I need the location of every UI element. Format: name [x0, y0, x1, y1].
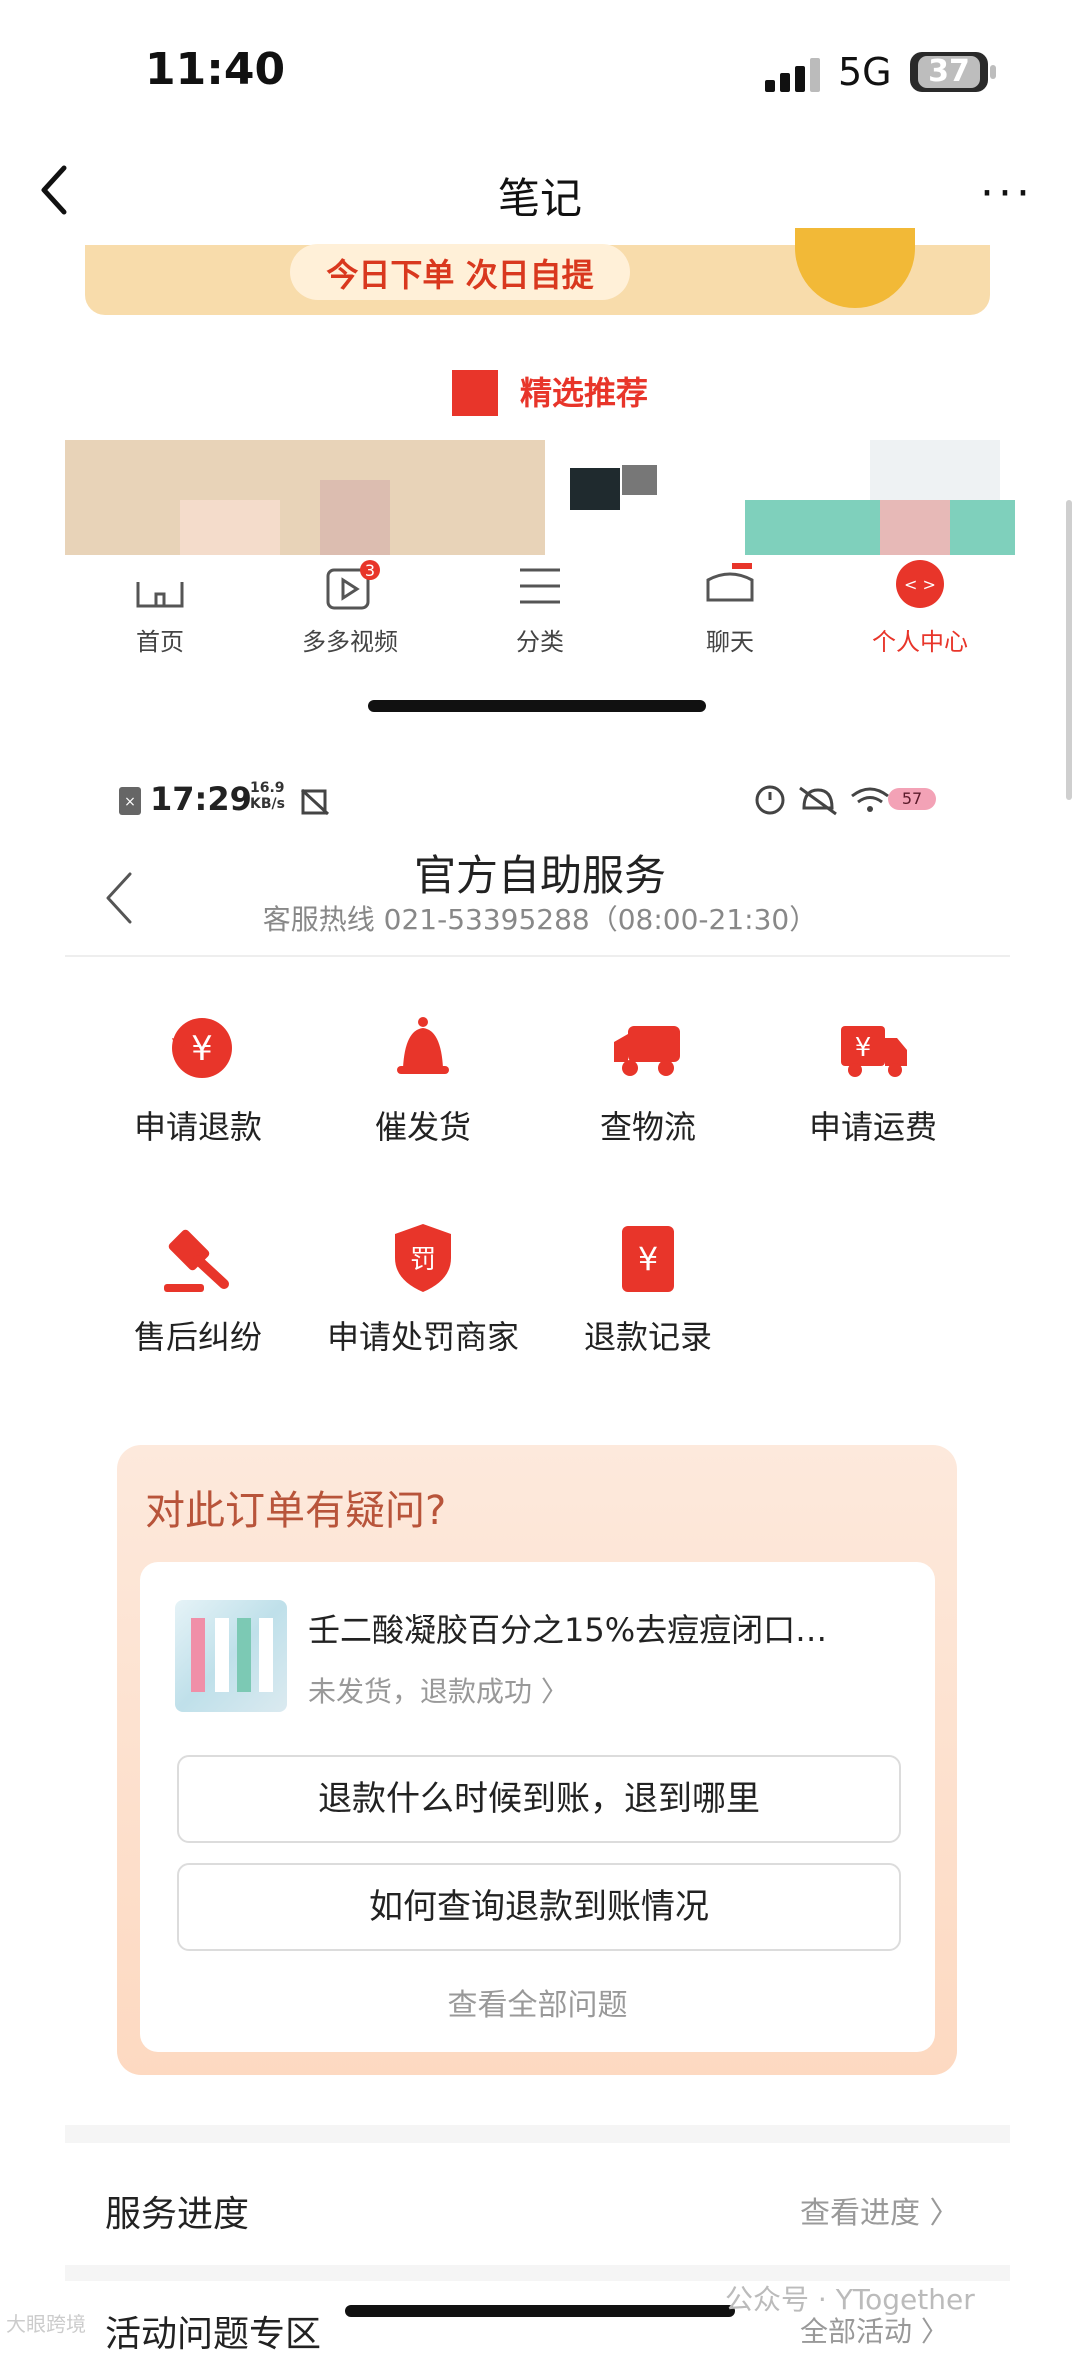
service-refund-record[interactable]: ¥ 退款记录 [538, 1218, 758, 1358]
chat-icon [706, 563, 754, 602]
embedded-status-time: 17:29 [150, 780, 252, 818]
screenshot-off-icon [300, 788, 330, 816]
nav-category[interactable]: 分类 [450, 560, 630, 657]
truck-icon [614, 1026, 680, 1076]
more-menu-icon[interactable]: ··· [980, 168, 1034, 219]
service-track-logistics[interactable]: 查物流 [538, 1008, 758, 1148]
home-indicator [345, 2305, 735, 2317]
product-thumbnail[interactable] [175, 1600, 287, 1712]
battery-tip [990, 65, 996, 79]
service-label: 申请处罚商家 [326, 1318, 519, 1356]
nav-chat[interactable]: 聊天 [640, 560, 820, 657]
product-name[interactable]: 壬二酸凝胶百分之15%去痘痘闭口… [308, 1605, 827, 1651]
status-time: 11:40 [145, 44, 286, 95]
blurred-product-image [570, 468, 620, 510]
blurred-product-image-part [180, 500, 280, 555]
service-hotline: 客服热线 021-53395288（08:00-21:30） [262, 903, 818, 936]
featured-title: 精选推荐 [520, 374, 649, 412]
blurred-product-image [870, 440, 1000, 500]
nav-profile[interactable]: < > 个人中心 [830, 560, 1010, 657]
refund-record-icon: ¥ [622, 1226, 674, 1292]
shipping-fee-icon: ¥ [841, 1026, 907, 1077]
divider [65, 955, 1010, 957]
svg-text:< >: < > [904, 575, 936, 594]
service-label: 售后纠纷 [133, 1318, 262, 1356]
profile-icon: < > [896, 560, 944, 608]
video-badge: 3 [365, 561, 375, 580]
embedded-status-icons [755, 785, 889, 816]
nav-video[interactable]: 3 多多视频 [260, 560, 440, 657]
service-label: 申请运费 [808, 1108, 937, 1146]
nav-label: 聊天 [706, 628, 754, 656]
category-icon [520, 568, 560, 604]
signal-icon [765, 58, 820, 92]
service-refund[interactable]: ¥ 申请退款 [88, 1008, 308, 1148]
blurred-product-image-part [320, 480, 390, 555]
activity-section-label: 活动问题专区 [105, 2314, 322, 2355]
bell-icon [397, 1017, 449, 1074]
question-button[interactable]: 退款什么时候到账，退到哪里 [177, 1755, 901, 1843]
service-penalize-merchant[interactable]: 罚 申请处罚商家 [313, 1218, 533, 1358]
service-label: 查物流 [599, 1108, 696, 1146]
banner-text: 今日下单 次日自提 [326, 256, 594, 294]
page-title: 笔记 [497, 174, 582, 223]
svg-text:×: × [124, 794, 136, 810]
blurred-product-image [65, 440, 545, 555]
battery-percent: 37 [928, 54, 970, 89]
network-speed: 16.9 KB/s [250, 780, 285, 812]
home-indicator [368, 700, 706, 712]
wifi-icon [851, 787, 889, 798]
nav-label: 首页 [136, 628, 184, 656]
question-button[interactable]: 如何查询退款到账情况 [177, 1863, 901, 1951]
service-label: 催发货 [374, 1108, 471, 1146]
view-progress-link[interactable]: 查看进度 〉 [800, 2188, 960, 2232]
service-label: 退款记录 [583, 1318, 712, 1356]
svg-text:罚: 罚 [410, 1245, 436, 1275]
question-card-title: 对此订单有疑问? [145, 1488, 447, 1534]
nav-home[interactable]: 首页 [70, 560, 250, 657]
service-shipping-fee[interactable]: ¥ 申请运费 [763, 1008, 983, 1148]
watermark-text: 公众号 · YTogether [725, 2283, 975, 2316]
corner-watermark: 大眼跨境 [6, 2312, 86, 2336]
service-urge-shipping[interactable]: 催发货 [313, 1008, 533, 1148]
sim-icon: × [119, 787, 141, 815]
network-type: 5G [838, 50, 892, 94]
nav-label: 个人中心 [872, 628, 968, 656]
nav-label: 多多视频 [302, 628, 398, 656]
embedded-battery: 57 [888, 788, 936, 810]
redacted-block [452, 370, 498, 416]
refund-icon: ¥ [172, 1018, 232, 1078]
home-icon [136, 582, 184, 608]
blurred-product-image-part [622, 465, 657, 495]
service-title: 官方自助服务 [413, 851, 666, 900]
scrollbar[interactable] [1066, 500, 1072, 800]
order-status[interactable]: 未发货，退款成功 〉 [308, 1670, 569, 1710]
service-progress-label: 服务进度 [105, 2194, 250, 2235]
video-icon: 3 [326, 560, 380, 610]
nav-label: 分类 [516, 628, 564, 656]
svg-text:¥: ¥ [855, 1033, 872, 1063]
gavel-icon [164, 1229, 229, 1292]
svg-text:¥: ¥ [191, 1029, 213, 1069]
blurred-product-image-part [880, 500, 950, 555]
view-all-questions-link[interactable]: 查看全部问题 [140, 1980, 935, 2024]
service-label: 申请退款 [133, 1108, 262, 1146]
penalty-shield-icon: 罚 [395, 1224, 451, 1292]
section-divider [65, 2125, 1010, 2143]
svg-text:¥: ¥ [638, 1240, 658, 1278]
service-aftersale-dispute[interactable]: 售后纠纷 [88, 1218, 308, 1358]
